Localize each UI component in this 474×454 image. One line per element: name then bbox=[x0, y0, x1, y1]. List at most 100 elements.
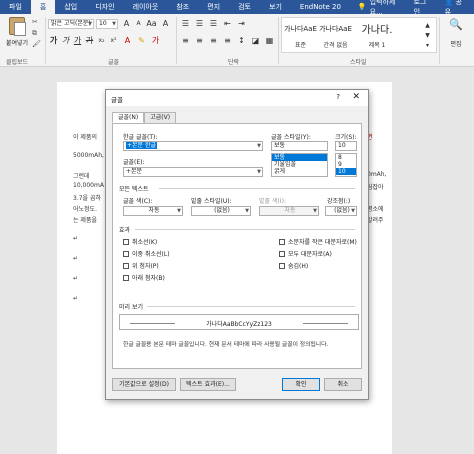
borders-icon[interactable]: ▦ bbox=[264, 35, 275, 46]
styles-more-icon[interactable]: ▾ bbox=[422, 40, 433, 51]
highlight-icon[interactable]: ✎ bbox=[136, 35, 147, 46]
tab-mailings[interactable]: 편지 bbox=[198, 0, 229, 14]
tab-font[interactable]: 글꼴(N) bbox=[112, 112, 145, 123]
hangul-font-select[interactable]: +본문 한글 ▼ bbox=[123, 141, 263, 151]
emphasis-label: 강조점(:) bbox=[327, 198, 351, 205]
superscript-checkbox[interactable]: 위 첨자(P) bbox=[123, 261, 159, 270]
list-item[interactable]: 9 bbox=[336, 161, 356, 168]
emphasis-select[interactable]: (없음) ▼ bbox=[325, 206, 357, 216]
hidden-checkbox[interactable]: 숨김(H) bbox=[279, 261, 308, 270]
underline-icon[interactable]: 가 bbox=[72, 35, 83, 46]
ribbon-tab-bar: 파일 홈 삽입 디자인 레이아웃 참조 편지 검토 보기 EndNote 20 … bbox=[0, 0, 474, 16]
tab-home[interactable]: 홈 bbox=[30, 0, 56, 14]
list-item[interactable]: 굵게 bbox=[272, 168, 327, 175]
tab-design[interactable]: 디자인 bbox=[86, 0, 123, 14]
cancel-button[interactable]: 취소 bbox=[324, 378, 362, 391]
tab-view[interactable]: 보기 bbox=[260, 0, 291, 14]
decrease-indent-icon[interactable]: ⇤ bbox=[222, 18, 233, 29]
underline-color-select[interactable]: 자동 ▼ bbox=[259, 206, 319, 216]
shading-icon[interactable]: ◪ bbox=[250, 35, 261, 46]
style-heading-1[interactable]: 가나다. 제목 1 bbox=[356, 18, 398, 52]
checkbox-box bbox=[123, 238, 129, 245]
dialog-tabs: 글꼴(N) 고급(V) bbox=[112, 112, 177, 123]
cut-icon[interactable]: ✂ bbox=[32, 18, 40, 26]
list-item[interactable]: 10 bbox=[336, 168, 356, 175]
align-center-icon[interactable]: ≡ bbox=[194, 35, 205, 46]
subscript-icon[interactable]: x₂ bbox=[96, 35, 107, 46]
small-caps-checkbox[interactable]: 소문자를 작은 대문자로(M) bbox=[279, 237, 357, 246]
size-value: 10 bbox=[338, 142, 346, 149]
superscript-icon[interactable]: x² bbox=[108, 35, 119, 46]
align-right-icon[interactable]: ≡ bbox=[208, 35, 219, 46]
increase-indent-icon[interactable]: ⇥ bbox=[236, 18, 247, 29]
paste-button[interactable]: 붙여넣기 bbox=[4, 17, 30, 51]
clear-format-icon[interactable]: A bbox=[160, 18, 171, 29]
tab-endnote[interactable]: EndNote 20 bbox=[291, 0, 350, 14]
style-normal[interactable]: 가나다AaE 표준 bbox=[284, 18, 317, 52]
tab-references[interactable]: 참조 bbox=[167, 0, 198, 14]
font-name-box[interactable]: 맑은 고딕(본문) ▼ bbox=[48, 19, 94, 29]
font-color-select[interactable]: 자동 ▼ bbox=[123, 206, 183, 216]
list-item[interactable]: 8 bbox=[336, 154, 356, 161]
double-strikethrough-checkbox[interactable]: 이중 취소선(L) bbox=[123, 249, 170, 258]
subscript-checkbox[interactable]: 아래 첨자(B) bbox=[123, 273, 165, 282]
strikethrough-icon[interactable]: 가 bbox=[84, 35, 95, 46]
style-no-spacing[interactable]: 가나다AaE 간격 없음 bbox=[319, 18, 352, 52]
strikethrough-checkbox[interactable]: 취소선(K) bbox=[123, 237, 157, 246]
tab-insert[interactable]: 삽입 bbox=[55, 0, 86, 14]
font-style-input[interactable]: 보통 bbox=[271, 141, 328, 151]
text-effects-button[interactable]: 텍스트 효과(E)... bbox=[180, 378, 236, 391]
font-color-icon[interactable]: 가 bbox=[150, 35, 161, 46]
tab-layout[interactable]: 레이아웃 bbox=[124, 0, 168, 14]
close-icon[interactable]: ✕ bbox=[352, 92, 360, 102]
font-tab-panel: 한글 글꼴(T): +본문 한글 ▼ 글꼴(E): +본문 ▼ 글꼴 스타일(Y):… bbox=[112, 123, 362, 369]
divider bbox=[176, 17, 177, 64]
set-default-button[interactable]: 기본값으로 설정(D) bbox=[112, 378, 176, 391]
font-style-list[interactable]: 보통 기울임꼴 굵게 bbox=[271, 153, 328, 177]
list-item[interactable]: 보통 bbox=[272, 154, 327, 161]
checkbox-label: 이중 취소선(L) bbox=[132, 251, 170, 258]
justify-icon[interactable]: ≡ bbox=[222, 35, 233, 46]
underline-style-value: (없음) bbox=[214, 207, 230, 214]
bold-icon[interactable]: 가 bbox=[48, 35, 59, 46]
tab-file[interactable]: 파일 bbox=[0, 0, 31, 14]
multilevel-list-icon[interactable]: ☰ bbox=[208, 18, 219, 29]
ok-button[interactable]: 확인 bbox=[282, 378, 320, 391]
underline-color-value: 자동 bbox=[284, 207, 296, 214]
checkbox-box bbox=[123, 274, 129, 281]
size-list[interactable]: 8 9 10 bbox=[335, 153, 357, 177]
help-button[interactable]: ? bbox=[336, 93, 340, 101]
font-note: 한글 글꼴용 본문 테마 글꼴입니다. 현재 문서 테마에 따라 사용될 글꼴이… bbox=[123, 342, 329, 348]
tab-advanced[interactable]: 고급(V) bbox=[144, 112, 177, 123]
font-value: +본문 bbox=[126, 168, 143, 175]
copy-icon[interactable]: ⧉ bbox=[32, 29, 40, 37]
align-left-icon[interactable]: ≡ bbox=[180, 35, 191, 46]
chevron-down-icon: ▼ bbox=[257, 143, 261, 149]
dialog-title: 글꼴 bbox=[111, 96, 123, 104]
tab-review[interactable]: 검토 bbox=[229, 0, 260, 14]
all-caps-checkbox[interactable]: 모두 대문자로(A) bbox=[279, 249, 332, 258]
size-input[interactable]: 10 bbox=[335, 141, 357, 151]
shrink-font-icon[interactable]: A bbox=[133, 18, 144, 29]
bullets-icon[interactable]: ☰ bbox=[180, 18, 191, 29]
numbering-icon[interactable]: ☰ bbox=[194, 18, 205, 29]
text-effects-icon[interactable]: A bbox=[122, 35, 133, 46]
font-size-box[interactable]: 10 ▼ bbox=[96, 19, 118, 29]
grow-font-icon[interactable]: A bbox=[121, 18, 132, 29]
change-case-icon[interactable]: Aa bbox=[146, 18, 157, 29]
list-item[interactable]: 기울임꼴 bbox=[272, 161, 327, 168]
italic-icon[interactable]: 가 bbox=[60, 35, 71, 46]
chevron-down-icon: ▼ bbox=[313, 208, 317, 214]
doc-line: 10,000mA bbox=[73, 182, 104, 189]
format-painter-icon[interactable]: 🖌 bbox=[32, 40, 41, 48]
checkbox-label: 아래 첨자(B) bbox=[132, 275, 165, 282]
line-spacing-icon[interactable]: ↕ bbox=[236, 35, 247, 46]
style-name: 표준 bbox=[294, 42, 307, 49]
font-select[interactable]: +본문 ▼ bbox=[123, 167, 263, 177]
divider bbox=[45, 17, 46, 64]
edit-button[interactable]: 🔍 편집 bbox=[442, 18, 470, 48]
lightbulb-icon: 💡 bbox=[357, 3, 367, 11]
clipboard-tools: ✂ ⧉ 🖌 bbox=[32, 18, 42, 51]
style-sample: 가나다AaE bbox=[284, 25, 317, 33]
underline-style-select[interactable]: (없음) ▼ bbox=[191, 206, 251, 216]
